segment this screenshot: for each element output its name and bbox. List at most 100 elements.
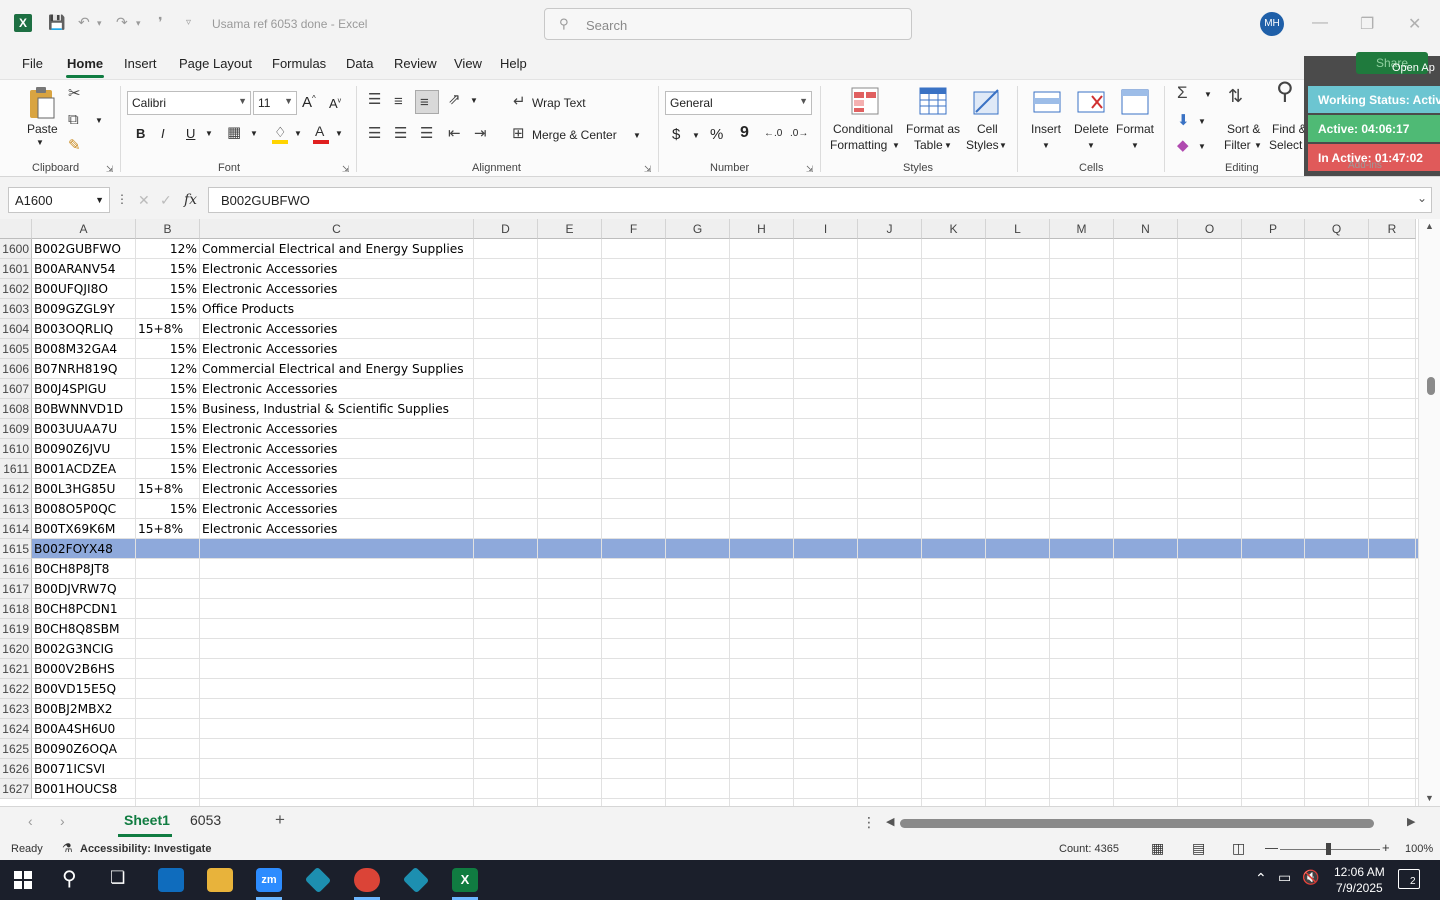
cell-a[interactable]: B001HOUCS8: [34, 779, 138, 799]
column-header-o[interactable]: O: [1178, 219, 1242, 239]
save-icon[interactable]: 💾: [48, 14, 65, 31]
select-all-corner[interactable]: [0, 219, 32, 239]
decrease-font-icon[interactable]: Av: [329, 96, 341, 111]
row-header[interactable]: 1604: [0, 319, 32, 339]
row-header[interactable]: 1617: [0, 579, 32, 599]
borders-icon[interactable]: ▦: [227, 125, 241, 141]
align-left-icon[interactable]: ☰: [368, 126, 381, 142]
show-hidden-icons-icon[interactable]: ⌃: [1255, 870, 1267, 887]
row-header[interactable]: 1600: [0, 239, 32, 259]
cell-b[interactable]: 15+8%: [138, 319, 202, 339]
row-header[interactable]: 1626: [0, 759, 32, 779]
sort-filter-label-1[interactable]: Sort &: [1227, 122, 1260, 136]
row-header[interactable]: 1623: [0, 699, 32, 719]
column-header-i[interactable]: I: [794, 219, 858, 239]
cell-a[interactable]: B002GUBFWO: [34, 239, 138, 259]
tab-formulas[interactable]: Formulas: [272, 56, 326, 71]
align-center-icon[interactable]: ☰: [394, 126, 407, 142]
format-as-table-label-2[interactable]: Table: [914, 138, 943, 152]
chevron-down-icon[interactable]: ▼: [1254, 141, 1262, 150]
column-header-l[interactable]: L: [986, 219, 1050, 239]
cell-a[interactable]: B0090Z6OQA: [34, 739, 138, 759]
cell-b[interactable]: 15%: [136, 279, 200, 299]
underline-dropdown-icon[interactable]: ▼: [205, 129, 213, 138]
increase-indent-icon[interactable]: ⇥: [474, 126, 487, 142]
row-header[interactable]: 1627: [0, 779, 32, 799]
column-header-r[interactable]: R: [1369, 219, 1416, 239]
column-header-p[interactable]: P: [1242, 219, 1305, 239]
zoom-slider-thumb[interactable]: [1326, 843, 1331, 855]
cell-c[interactable]: Electronic Accessories: [202, 459, 337, 479]
copy-icon[interactable]: ⧉: [68, 112, 79, 128]
cell-a[interactable]: B009GZGL9Y: [34, 299, 138, 319]
copy-dropdown-icon[interactable]: ▼: [95, 116, 103, 125]
outlook-icon[interactable]: [158, 868, 184, 892]
chrome-icon[interactable]: [354, 868, 380, 892]
sheet-tab-6053[interactable]: 6053: [190, 812, 221, 828]
font-name-combo[interactable]: Calibri ▼: [127, 91, 251, 115]
cell-styles-label-2[interactable]: Styles: [966, 138, 999, 152]
expand-formula-icon[interactable]: ⌄: [1417, 191, 1427, 205]
cell-styles-label-1[interactable]: Cell: [977, 122, 998, 136]
merge-dropdown-icon[interactable]: ▼: [633, 131, 641, 140]
paste-dropdown-icon[interactable]: ▼: [36, 138, 44, 147]
cell-a[interactable]: B0090Z6JVU: [34, 439, 138, 459]
cell-a[interactable]: B002G3NCIG: [34, 639, 138, 659]
user-avatar[interactable]: MH: [1260, 12, 1284, 36]
paste-icon[interactable]: [26, 86, 58, 122]
name-box[interactable]: A1600 ▼: [8, 187, 110, 213]
top-align-icon[interactable]: ☰: [368, 92, 381, 108]
number-launcher-icon[interactable]: ⇲: [806, 164, 814, 175]
row-header[interactable]: 1606: [0, 359, 32, 379]
next-sheet-icon[interactable]: ›: [60, 813, 65, 829]
row-header[interactable]: 1616: [0, 559, 32, 579]
row-header[interactable]: 1611: [0, 459, 32, 479]
chevron-down-icon[interactable]: ▼: [999, 141, 1007, 150]
redo-icon[interactable]: ↷: [116, 14, 128, 31]
tab-review[interactable]: Review: [394, 56, 437, 71]
fill-color-dropdown-icon[interactable]: ▼: [294, 129, 302, 138]
windows-start-icon[interactable]: [14, 871, 32, 889]
clock[interactable]: 12:06 AM 7/9/2025: [1334, 864, 1385, 896]
scroll-up-icon[interactable]: ▲: [1425, 221, 1434, 231]
fill-color-icon[interactable]: ♢: [271, 124, 291, 144]
currency-button[interactable]: $: [672, 126, 680, 143]
insert-cells-button[interactable]: Insert: [1031, 122, 1061, 136]
bottom-align-button[interactable]: ≡: [415, 90, 439, 114]
bold-button[interactable]: B: [136, 126, 145, 141]
add-sheet-icon[interactable]: +: [275, 810, 285, 830]
column-header-j[interactable]: J: [858, 219, 922, 239]
row-header[interactable]: 1621: [0, 659, 32, 679]
row-header[interactable]: 1607: [0, 379, 32, 399]
cell-b[interactable]: 15%: [136, 399, 200, 419]
currency-dropdown-icon[interactable]: ▼: [692, 131, 700, 140]
cell-a[interactable]: B003UUAA7U: [34, 419, 138, 439]
cell-b[interactable]: 12%: [136, 239, 200, 259]
format-cells-button[interactable]: Format: [1116, 122, 1154, 136]
excel-taskbar-icon[interactable]: X: [452, 868, 478, 892]
cell-b[interactable]: 15%: [136, 419, 200, 439]
cell-b[interactable]: 15%: [136, 499, 200, 519]
cell-a[interactable]: B00DJVRW7Q: [34, 579, 138, 599]
column-header-g[interactable]: G: [666, 219, 730, 239]
cell-a[interactable]: B0CH8PCDN1: [34, 599, 138, 619]
row-header[interactable]: 1603: [0, 299, 32, 319]
zoom-in-icon[interactable]: +: [1382, 840, 1390, 855]
network-icon[interactable]: ▭: [1278, 869, 1291, 886]
cancel-entry-icon[interactable]: ✕: [138, 192, 150, 209]
normal-view-icon[interactable]: ▦: [1151, 840, 1164, 857]
notifications-icon[interactable]: 2: [1398, 869, 1420, 889]
orientation-icon[interactable]: ⇗: [448, 92, 461, 108]
cell-c[interactable]: Electronic Accessories: [202, 519, 337, 539]
percent-button[interactable]: %: [710, 126, 723, 143]
row-header[interactable]: 1619: [0, 619, 32, 639]
page-break-view-icon[interactable]: ◫: [1232, 840, 1245, 857]
cell-a[interactable]: B00L3HG85U: [34, 479, 138, 499]
column-header-a[interactable]: A: [32, 219, 136, 239]
task-view-icon[interactable]: ❏: [110, 868, 125, 888]
cell-c[interactable]: Office Products: [202, 299, 294, 319]
fill-dropdown-icon[interactable]: ▼: [1198, 117, 1206, 126]
cell-b[interactable]: 15%: [136, 259, 200, 279]
increase-decimal-icon[interactable]: ←.0: [764, 128, 782, 139]
font-launcher-icon[interactable]: ⇲: [342, 164, 350, 175]
